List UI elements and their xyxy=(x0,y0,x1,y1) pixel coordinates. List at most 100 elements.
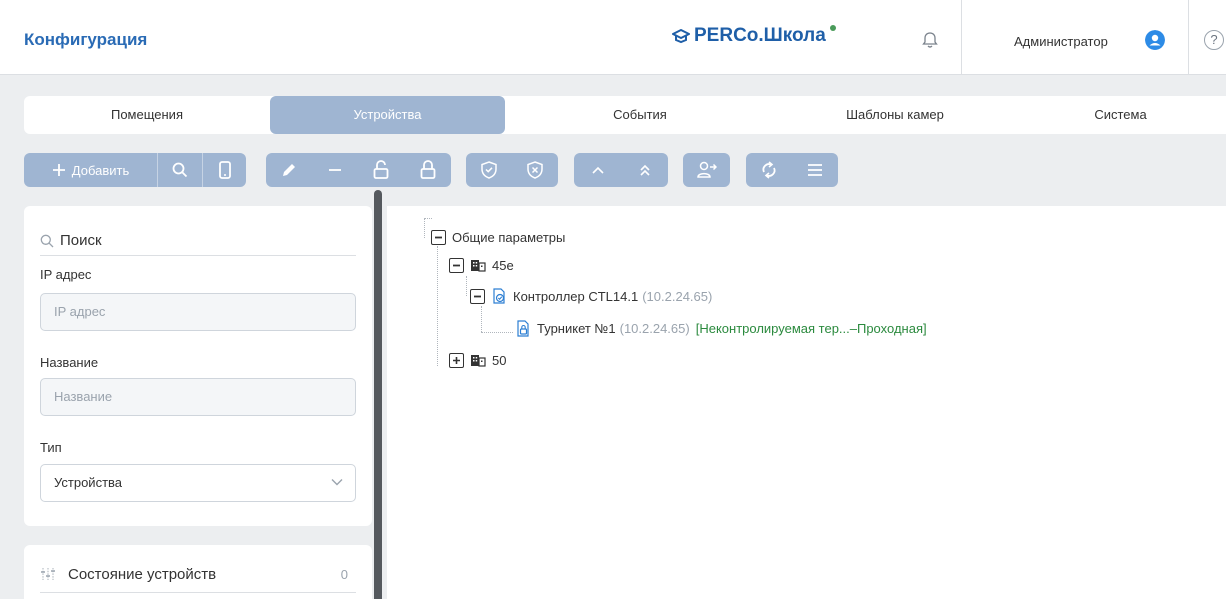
tree-connector xyxy=(424,218,432,219)
expand-toggle[interactable] xyxy=(449,353,464,368)
refresh-icon xyxy=(762,161,776,179)
user-avatar-icon[interactable] xyxy=(1145,30,1165,50)
equalizer-icon xyxy=(41,568,55,580)
remove-button[interactable] xyxy=(312,153,358,187)
panel-splitter[interactable] xyxy=(374,190,382,599)
main-tabs: Помещения Устройства События Шаблоны кам… xyxy=(24,96,1226,134)
controller-icon xyxy=(491,288,507,304)
mobile-device-icon xyxy=(218,161,231,179)
tab-rooms[interactable]: Помещения xyxy=(24,96,270,134)
lock-button[interactable] xyxy=(404,153,451,187)
move-top-button[interactable] xyxy=(621,153,668,187)
tab-camera-templates[interactable]: Шаблоны камер xyxy=(775,96,1015,134)
tree-connector xyxy=(424,218,425,238)
tree-node-label: Общие параметры xyxy=(452,230,566,245)
ip-label: IP адрес xyxy=(40,267,92,282)
toolbar-group-security xyxy=(466,153,558,187)
device-button[interactable] xyxy=(203,153,246,187)
move-up-button[interactable] xyxy=(574,153,621,187)
controller-name: Контроллер CTL14.1 xyxy=(513,288,639,304)
type-select[interactable]: Устройства xyxy=(40,464,356,502)
minus-icon xyxy=(453,264,460,267)
minus-icon xyxy=(435,236,442,239)
device-state-panel[interactable]: Состояние устройств 0 xyxy=(24,545,372,599)
tree-node-turnstile[interactable]: Турникет №1 (10.2.24.65) [Неконтролируем… xyxy=(515,320,927,337)
menu-button[interactable] xyxy=(792,153,838,187)
lock-icon xyxy=(420,160,435,179)
ip-input[interactable]: IP адрес xyxy=(40,293,356,331)
logo: PERCo.Школа xyxy=(672,25,836,47)
chevron-down-icon xyxy=(331,479,343,486)
device-state-count: 0 xyxy=(340,567,348,582)
help-icon[interactable]: ? xyxy=(1204,30,1224,50)
type-select-value: Устройства xyxy=(54,475,123,490)
toolbar-group-refresh xyxy=(746,153,838,187)
tree-connector xyxy=(466,276,467,296)
tree-node-controller[interactable]: Контроллер CTL14.1 (10.2.24.65) xyxy=(470,288,712,304)
tree-connector xyxy=(481,332,513,333)
status-dot xyxy=(829,25,836,31)
header-divider xyxy=(961,0,962,75)
toolbar-group-user xyxy=(683,153,730,187)
building-icon xyxy=(470,354,486,367)
refresh-button[interactable] xyxy=(746,153,792,187)
graduation-cap-icon xyxy=(672,29,690,44)
logo-text: PERCo.Школа xyxy=(694,25,826,46)
collapse-toggle[interactable] xyxy=(431,230,446,245)
unlock-icon xyxy=(373,160,389,179)
toolbar-group-add: Добавить xyxy=(24,153,246,187)
type-label: Тип xyxy=(40,440,62,455)
tree-connector xyxy=(481,306,482,332)
app-header: Конфигурация PERCo.Школа Администратор ? xyxy=(0,0,1226,75)
search-button[interactable] xyxy=(158,153,202,187)
turnstile-name: Турникет №1 xyxy=(537,321,616,336)
device-tree-panel: Общие параметры 45е Контроллер CTL14.1 (… xyxy=(387,206,1226,599)
add-button-label: Добавить xyxy=(71,162,130,178)
add-button[interactable]: Добавить xyxy=(24,153,157,187)
unlock-button[interactable] xyxy=(358,153,404,187)
search-header: Поиск xyxy=(40,226,356,256)
pencil-icon xyxy=(283,164,295,176)
user-arrow-icon xyxy=(696,161,717,178)
turnstile-ip: (10.2.24.65) xyxy=(619,321,690,336)
toolbar-group-edit xyxy=(266,153,451,187)
name-input[interactable]: Название xyxy=(40,378,356,416)
tab-events[interactable]: События xyxy=(505,96,775,134)
double-chevron-up-icon xyxy=(639,164,650,176)
turnstile-zone: [Неконтролируемая тер...–Проходная] xyxy=(695,321,927,336)
search-icon xyxy=(172,162,188,178)
minus-icon xyxy=(474,295,481,297)
tree-node-label: 50 xyxy=(492,353,507,368)
disarm-button[interactable] xyxy=(512,153,558,187)
turnstile-lock-icon xyxy=(515,320,531,337)
tab-devices[interactable]: Устройства xyxy=(270,96,505,134)
toolbar-group-move xyxy=(574,153,668,187)
collapse-toggle[interactable] xyxy=(449,258,464,273)
plus-icon xyxy=(52,164,65,176)
header-divider xyxy=(1188,0,1189,75)
bell-icon[interactable] xyxy=(920,30,940,50)
search-panel: Поиск IP адрес IP адрес Название Названи… xyxy=(24,206,372,526)
shield-cross-icon xyxy=(527,161,543,179)
search-icon xyxy=(40,234,54,247)
tree-node-building-50[interactable]: 50 xyxy=(449,353,506,368)
device-state-label: Состояние устройств xyxy=(68,566,217,583)
assign-user-button[interactable] xyxy=(683,153,730,187)
minus-icon xyxy=(329,169,341,171)
edit-button[interactable] xyxy=(266,153,312,187)
arm-button[interactable] xyxy=(466,153,512,187)
plus-icon xyxy=(453,357,460,364)
tree-node-general[interactable]: Общие параметры xyxy=(431,230,565,245)
user-name[interactable]: Администратор xyxy=(1014,34,1108,49)
tree-node-label: 45е xyxy=(492,258,514,273)
building-icon xyxy=(470,259,486,272)
chevron-up-icon xyxy=(591,166,604,174)
collapse-toggle[interactable] xyxy=(470,288,485,304)
tab-system[interactable]: Система xyxy=(1015,96,1226,134)
name-label: Название xyxy=(40,355,99,370)
tree-connector xyxy=(437,246,438,366)
shield-check-icon xyxy=(481,161,497,179)
hamburger-menu-icon xyxy=(808,164,822,176)
tree-node-building-45e[interactable]: 45е xyxy=(449,258,514,273)
controller-ip: (10.2.24.65) xyxy=(642,288,713,304)
